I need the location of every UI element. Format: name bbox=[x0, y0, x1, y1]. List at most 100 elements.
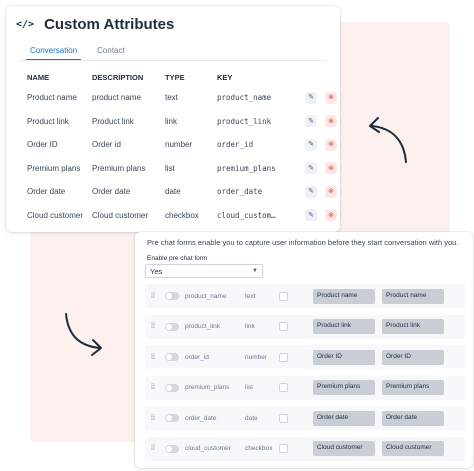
drag-handle-icon[interactable]: ⁞⁞ bbox=[151, 323, 165, 330]
required-checkbox[interactable] bbox=[279, 383, 288, 392]
edit-button[interactable]: ✎ bbox=[305, 91, 317, 104]
prechat-description: Pre chat forms enable you to capture use… bbox=[147, 238, 459, 247]
prechat-field-row: ⁞⁞ order_date date Order date Order date bbox=[145, 406, 465, 430]
drag-handle-icon[interactable]: ⁞⁞ bbox=[151, 445, 165, 452]
prechat-field-row: ⁞⁞ cloud_customer checkbox Cloud customer Cl… bbox=[145, 436, 465, 461]
table-row: Order ID Order id number order_id ✎ ⊗ bbox=[27, 133, 337, 157]
row-actions: ✎ ⊗ bbox=[305, 138, 337, 151]
field-placeholder-input[interactable]: Cloud customer bbox=[382, 441, 444, 456]
drag-handle-icon[interactable]: ⁞⁞ bbox=[151, 415, 165, 422]
table-header: NAME DESCRIPTION TYPE KEY bbox=[27, 68, 337, 86]
enable-prechat-select[interactable]: Yes ▼ bbox=[145, 264, 263, 278]
delete-button[interactable]: ⊗ bbox=[325, 209, 337, 222]
column-header-name: NAME bbox=[27, 72, 50, 82]
attribute-key: premium_plans bbox=[217, 163, 276, 173]
delete-button[interactable]: ⊗ bbox=[325, 162, 337, 175]
edit-button[interactable]: ✎ bbox=[305, 209, 317, 222]
field-toggle[interactable] bbox=[165, 292, 179, 300]
pencil-icon: ✎ bbox=[308, 164, 314, 172]
prechat-field-row: ⁞⁞ product_link link Product link Product li… bbox=[145, 314, 465, 339]
attribute-type: link bbox=[165, 116, 178, 126]
pencil-icon: ✎ bbox=[308, 94, 314, 102]
attribute-name: Order date bbox=[27, 187, 66, 197]
field-key: order_id bbox=[185, 353, 209, 361]
custom-attributes-card: </> Custom Attributes Conversation Conta… bbox=[6, 6, 340, 232]
row-actions: ✎ ⊗ bbox=[305, 91, 337, 104]
field-placeholder-input[interactable]: Order ID bbox=[382, 349, 444, 365]
field-label-input[interactable]: Premium plans bbox=[313, 380, 375, 395]
delete-button[interactable]: ⊗ bbox=[325, 138, 337, 151]
attribute-description: Order id bbox=[92, 140, 121, 150]
field-label-input[interactable]: Product name bbox=[313, 288, 375, 304]
field-placeholder-input[interactable]: Premium plans bbox=[382, 380, 444, 395]
attribute-name: Product name bbox=[27, 93, 77, 103]
pencil-icon: ✎ bbox=[308, 188, 314, 196]
pencil-icon: ✎ bbox=[308, 141, 314, 149]
field-type: date bbox=[245, 414, 258, 422]
field-type: checkbox bbox=[245, 445, 273, 452]
attribute-type: number bbox=[165, 140, 193, 150]
attribute-key: product_link bbox=[217, 116, 272, 126]
field-toggle[interactable] bbox=[165, 322, 179, 331]
pencil-icon: ✎ bbox=[308, 117, 314, 125]
prechat-form-card: Pre chat forms enable you to capture use… bbox=[135, 232, 473, 468]
field-toggle[interactable] bbox=[165, 414, 179, 422]
edit-button[interactable]: ✎ bbox=[305, 138, 317, 151]
attribute-type: text bbox=[165, 93, 178, 103]
attribute-name: Cloud customer bbox=[27, 210, 84, 220]
row-actions: ✎ ⊗ bbox=[305, 185, 337, 198]
attribute-key: order_id bbox=[217, 140, 254, 150]
column-header-description: DESCRIPTION bbox=[92, 72, 144, 82]
field-key: cloud_customer bbox=[185, 445, 231, 452]
enable-prechat-value: Yes bbox=[150, 266, 163, 276]
close-circle-icon: ⊗ bbox=[328, 211, 334, 219]
edit-button[interactable]: ✎ bbox=[305, 185, 317, 198]
field-key: order_date bbox=[185, 414, 217, 422]
field-toggle[interactable] bbox=[165, 383, 179, 392]
required-checkbox[interactable] bbox=[279, 322, 288, 331]
attribute-key: cloud_custom… bbox=[217, 210, 276, 220]
required-checkbox[interactable] bbox=[279, 444, 288, 453]
close-circle-icon: ⊗ bbox=[328, 141, 334, 149]
field-type: link bbox=[245, 323, 255, 330]
attribute-key: product_name bbox=[217, 93, 272, 103]
attribute-description: Cloud customer bbox=[92, 210, 149, 220]
drag-handle-icon[interactable]: ⁞⁞ bbox=[151, 293, 165, 300]
pencil-icon: ✎ bbox=[308, 211, 314, 219]
field-type: text bbox=[245, 292, 256, 300]
close-circle-icon: ⊗ bbox=[328, 94, 334, 102]
delete-button[interactable]: ⊗ bbox=[325, 185, 337, 198]
field-label-input[interactable]: Cloud customer bbox=[313, 441, 375, 456]
required-checkbox[interactable] bbox=[279, 291, 288, 301]
field-label-input[interactable]: Product link bbox=[313, 319, 375, 334]
attribute-description: Order date bbox=[92, 187, 131, 197]
field-type: number bbox=[245, 353, 268, 361]
tab-contact[interactable]: Contact bbox=[93, 46, 129, 60]
table-row: Cloud customer Cloud customer checkbox clou… bbox=[27, 204, 337, 228]
field-toggle[interactable] bbox=[165, 353, 179, 361]
field-placeholder-input[interactable]: Product link bbox=[382, 319, 444, 334]
curved-arrow-icon bbox=[65, 313, 102, 356]
edit-button[interactable]: ✎ bbox=[305, 162, 317, 175]
required-checkbox[interactable] bbox=[279, 413, 288, 423]
table-row: Premium plans Premium plans list premium_pl… bbox=[27, 157, 337, 181]
field-placeholder-input[interactable]: Product name bbox=[382, 288, 444, 304]
tabs-divider bbox=[20, 60, 326, 61]
field-label-input[interactable]: Order date bbox=[313, 410, 375, 426]
field-label-input[interactable]: Order ID bbox=[313, 349, 375, 365]
code-icon: </> bbox=[16, 19, 35, 30]
column-header-type: TYPE bbox=[165, 72, 185, 82]
drag-handle-icon[interactable]: ⁞⁞ bbox=[151, 384, 165, 391]
delete-button[interactable]: ⊗ bbox=[325, 91, 337, 104]
tab-conversation[interactable]: Conversation bbox=[26, 46, 82, 60]
field-key: product_link bbox=[185, 323, 221, 330]
field-placeholder-input[interactable]: Order date bbox=[382, 410, 444, 426]
field-type: list bbox=[245, 384, 253, 391]
attribute-name: Premium plans bbox=[27, 163, 81, 173]
required-checkbox[interactable] bbox=[279, 352, 288, 362]
prechat-field-row: ⁞⁞ order_id number Order ID Order ID bbox=[145, 345, 465, 369]
field-toggle[interactable] bbox=[165, 444, 179, 453]
delete-button[interactable]: ⊗ bbox=[325, 115, 337, 128]
edit-button[interactable]: ✎ bbox=[305, 115, 317, 128]
drag-handle-icon[interactable]: ⁞⁞ bbox=[151, 354, 165, 361]
